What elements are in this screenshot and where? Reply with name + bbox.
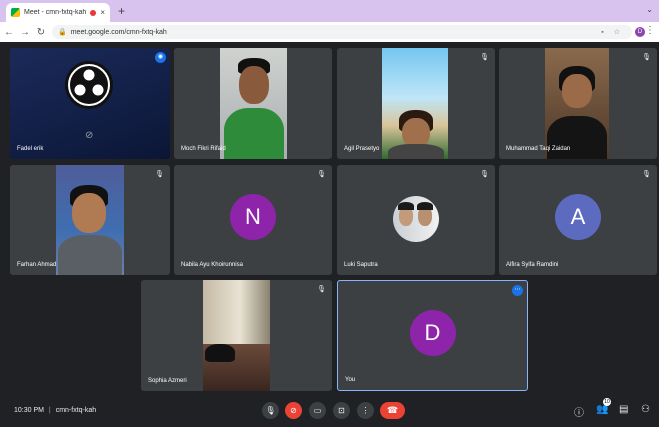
participant-tile[interactable]: N 🎙 Nabila Ayu Khoirunnisa xyxy=(174,165,332,275)
participant-name: Moch Fikri Rifaid xyxy=(181,146,226,152)
participant-name: Fadel erik xyxy=(17,146,44,152)
browser-tab-strip: Meet - cmn-fxtq-kah × + ⌄ xyxy=(0,0,659,22)
participant-tile[interactable]: 🎙 Sophia Azmeri xyxy=(141,280,332,391)
mic-off-icon: 🎙 xyxy=(480,54,489,61)
meeting-code: cmn-fxtq-kah xyxy=(55,407,97,414)
back-icon[interactable]: ← xyxy=(2,27,16,38)
tab-title: Meet - cmn-fxtq-kah xyxy=(24,9,87,16)
participant-name: Alfira Syifa Ramdini xyxy=(506,262,559,268)
participant-avatar: N xyxy=(230,194,276,240)
mic-off-icon: 🎙 xyxy=(317,286,326,293)
mic-off-icon: 🎙 xyxy=(480,171,489,178)
microphone-button[interactable]: 🎙 xyxy=(262,402,279,419)
obs-logo-icon xyxy=(65,61,113,109)
call-control-bar: 10:30 PM | cmn-fxtq-kah 🎙 ⊘ ▭ ⊡ ⋮ ☎ ⓘ 👥 … xyxy=(0,396,659,427)
tab-close-button[interactable]: × xyxy=(100,8,105,17)
self-avatar: D xyxy=(409,309,456,356)
participant-tile[interactable]: A 🎙 Alfira Syifa Ramdini xyxy=(499,165,657,275)
participant-video xyxy=(545,48,609,159)
self-name: You xyxy=(345,377,356,383)
chat-icon[interactable]: ▤ xyxy=(619,404,628,415)
meeting-info: 10:30 PM | cmn-fxtq-kah xyxy=(14,407,96,414)
participant-name: Agil Prasetyo xyxy=(344,146,380,152)
self-tile[interactable]: D ⋯ You xyxy=(337,280,528,391)
participant-video xyxy=(220,48,287,159)
lock-icon[interactable]: 🔒 xyxy=(58,28,67,36)
url-text: meet.google.com/cmn-fxtq-kah xyxy=(70,28,167,36)
participant-photo xyxy=(393,196,439,242)
mic-off-icon: 🎙 xyxy=(317,171,326,178)
activities-icon[interactable]: ⚇ xyxy=(641,404,650,415)
bookmark-star-icon[interactable]: ☆ xyxy=(614,28,626,36)
participant-tile[interactable]: 🎙 Agil Prasetyo xyxy=(337,48,495,159)
self-options-icon[interactable]: ⋯ xyxy=(512,285,523,296)
people-count-badge: 10 xyxy=(603,398,611,406)
participant-tile[interactable]: 🎙 Muhammad Taqi Zaidan xyxy=(499,48,657,159)
mic-off-icon: 🎙 xyxy=(642,171,651,178)
participant-name: Sophia Azmeri xyxy=(148,378,187,384)
profile-avatar[interactable]: D xyxy=(635,27,645,37)
participant-name: Luki Saputra xyxy=(344,262,378,268)
participant-video xyxy=(382,48,448,159)
recording-dot-icon xyxy=(90,9,97,16)
participant-tile[interactable]: Moch Fikri Rifaid xyxy=(174,48,332,159)
meet-stage: ⊘ ◉ Fadel erik Moch Fikri Rifaid 🎙 Agil … xyxy=(0,42,659,427)
participant-avatar: A xyxy=(555,194,601,240)
participant-tile[interactable]: 🎙 Farhan Ahmad xyxy=(10,165,170,275)
mic-off-icon: 🎙 xyxy=(155,171,164,178)
present-screen-button[interactable]: ⊡ xyxy=(333,402,350,419)
tab-search-button[interactable]: ⌄ xyxy=(646,5,653,14)
captions-button[interactable]: ▭ xyxy=(309,402,326,419)
meet-favicon-icon xyxy=(11,8,20,17)
speaking-indicator-icon: ◉ xyxy=(155,52,166,63)
participant-video xyxy=(56,165,124,275)
browser-tab[interactable]: Meet - cmn-fxtq-kah × xyxy=(6,3,110,22)
camera-off-button[interactable]: ⊘ xyxy=(285,402,302,419)
participant-tile[interactable]: 🎙 Luki Saputra xyxy=(337,165,495,275)
participant-name: Nabila Ayu Khoirunnisa xyxy=(181,262,243,268)
browser-toolbar: ← → ↻ 🔒 meet.google.com/cmn-fxtq-kah ▪ ☆… xyxy=(0,22,659,42)
address-bar[interactable]: 🔒 meet.google.com/cmn-fxtq-kah ▪ ☆ xyxy=(52,25,632,39)
forward-icon[interactable]: → xyxy=(18,27,32,38)
reload-icon[interactable]: ↻ xyxy=(34,27,48,38)
camera-permission-icon[interactable]: ▪ xyxy=(601,29,609,36)
mic-off-icon: 🎙 xyxy=(642,54,651,61)
participant-video xyxy=(203,280,270,391)
leave-call-button[interactable]: ☎ xyxy=(380,402,405,419)
meeting-time: 10:30 PM xyxy=(14,407,44,414)
new-tab-button[interactable]: + xyxy=(118,4,125,18)
browser-menu-icon[interactable]: ⋮ xyxy=(645,25,655,36)
participant-name: Farhan Ahmad xyxy=(17,262,57,268)
camera-off-icon: ⊘ xyxy=(85,130,94,141)
meeting-details-icon[interactable]: ⓘ xyxy=(574,404,584,419)
participant-name: Muhammad Taqi Zaidan xyxy=(506,146,571,152)
meeting-separator: | xyxy=(48,407,51,414)
more-options-button[interactable]: ⋮ xyxy=(357,402,374,419)
participant-tile[interactable]: ⊘ ◉ Fadel erik xyxy=(10,48,170,159)
